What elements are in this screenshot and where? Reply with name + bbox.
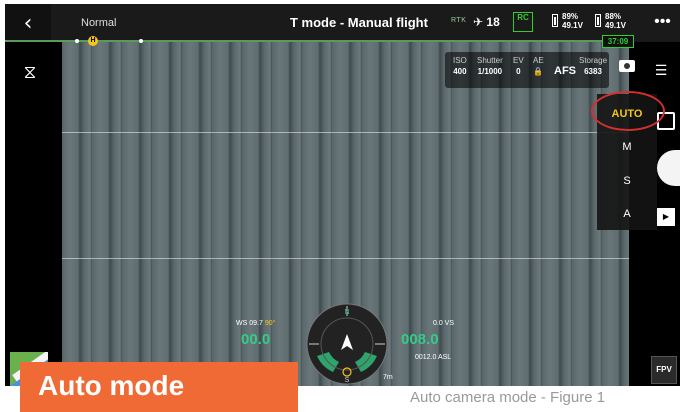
figure-caption: Auto camera mode - Figure 1 — [410, 389, 606, 406]
more-icon: ••• — [654, 13, 671, 30]
fpv-button[interactable]: FPV — [651, 356, 677, 384]
flight-mode-label: Normal — [81, 17, 117, 29]
home-marker: H — [88, 36, 98, 46]
more-button[interactable]: ••• — [645, 8, 680, 38]
drone-app-window: ‹ Normal T mode - Manual flight RTK ✈ 18… — [5, 4, 680, 386]
satellite-count: ✈ 18 — [473, 15, 500, 29]
shutter-param: Shutter 1/1000 — [477, 56, 503, 76]
banner-label: Auto mode — [38, 370, 185, 401]
battery-1-percent: 89% — [562, 12, 579, 21]
ev-param: EV 0 — [513, 56, 524, 76]
iso-value: 400 — [453, 67, 467, 76]
rc-label: RC — [517, 13, 529, 22]
left-panel — [5, 42, 62, 386]
battery-2-percent: 88% — [605, 12, 622, 21]
sliders-icon[interactable]: ☰ — [650, 60, 672, 82]
altitude: 008.0 — [401, 331, 439, 348]
lock-icon: 🔒 — [533, 67, 544, 76]
page-title: T mode - Manual flight — [290, 15, 428, 30]
battery-icon — [552, 14, 558, 27]
auto-mode-banner: Auto mode — [20, 362, 298, 412]
wind-speed-value: WS 09.7 — [236, 320, 263, 327]
mode-item-m[interactable]: M — [597, 132, 657, 162]
ae-param: AE 🔒 — [533, 56, 544, 76]
compass-north: N — [344, 309, 349, 316]
grid-line-1 — [62, 132, 629, 133]
compass-south: S — [345, 377, 350, 384]
storage-label: Storage — [579, 56, 608, 65]
rtk-label: RTK — [451, 17, 467, 24]
wind-direction: 90° — [264, 320, 276, 327]
camera-params-panel[interactable]: ISO 400 Shutter 1/1000 EV 0 AE 🔒 AFS Sto… — [445, 52, 609, 88]
mode-item-a[interactable]: A — [597, 199, 657, 229]
progress-dot — [75, 39, 79, 43]
shutter-label: Shutter — [477, 56, 503, 65]
progress-dot — [139, 39, 143, 43]
flight-timer: 37:09 — [602, 35, 634, 48]
back-button[interactable]: ‹ — [5, 4, 51, 42]
battery-1-voltage: 49.1V — [562, 21, 583, 30]
asl-altitude: 0012.0 ASL — [415, 354, 452, 361]
satellite-icon: ✈ — [473, 15, 484, 29]
mode-item-s[interactable]: S — [597, 166, 657, 196]
vertical-speed: 0.0 VS — [433, 320, 455, 327]
storage-param: Storage 6383 — [579, 56, 607, 76]
shutter-value: 1/1000 — [477, 67, 503, 76]
wind-speed: WS 09.7 90° — [236, 320, 275, 327]
compass-dial: N S — [306, 303, 388, 385]
playback-icon[interactable]: ▶ — [657, 208, 675, 226]
ev-value: 0 — [516, 67, 521, 76]
camera-settings-icon[interactable] — [619, 60, 635, 72]
attitude-compass[interactable]: N S — [305, 302, 389, 386]
ae-label: AE — [533, 56, 544, 65]
ev-label: EV — [513, 56, 524, 65]
horizontal-speed: 00.0 — [241, 331, 271, 348]
iso-label: ISO — [453, 56, 467, 65]
rc-signal-badge: RC — [513, 12, 533, 32]
battery-2-voltage: 49.1V — [605, 21, 626, 30]
focus-mode: AFS — [554, 65, 576, 77]
grid-line-2 — [62, 258, 629, 259]
aircraft-nav-icon[interactable]: ⧖ — [17, 60, 43, 86]
storage-value: 6383 — [584, 67, 602, 76]
battery-icon — [595, 14, 601, 27]
top-bar: ‹ Normal T mode - Manual flight RTK ✈ 18… — [5, 4, 680, 42]
iso-param: ISO 400 — [453, 56, 467, 76]
auto-highlight-oval — [591, 91, 665, 131]
satellite-count-value: 18 — [486, 15, 500, 29]
chevron-left-icon: ‹ — [23, 10, 33, 36]
